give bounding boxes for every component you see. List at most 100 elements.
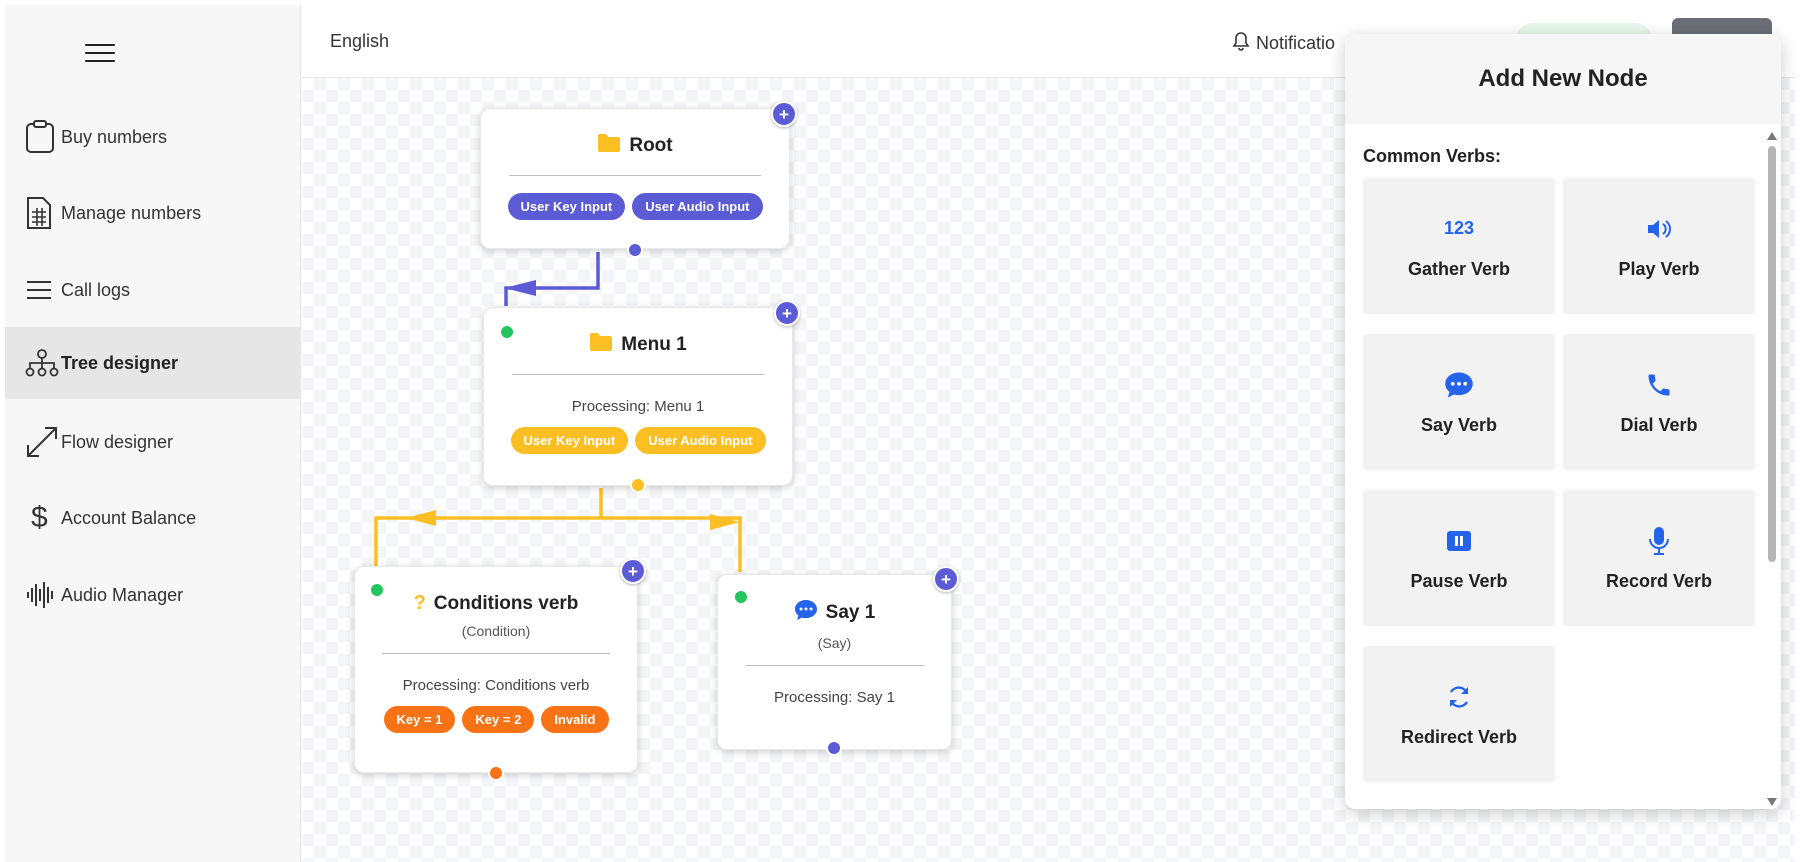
verb-label: Pause Verb — [1410, 570, 1508, 591]
node-header: Root — [481, 133, 789, 159]
sidebar-item-label: Flow designer — [61, 431, 174, 452]
sidebar-item-tree-designer[interactable]: Tree designer — [5, 327, 301, 399]
add-child-button[interactable]: + — [620, 558, 646, 584]
redirect-icon — [1445, 681, 1473, 713]
sidebar: Buy numbers Manage numbers Call logs Tre… — [5, 5, 301, 862]
say-1-node[interactable]: Say 1 (Say) Processing: Say 1 — [717, 574, 952, 750]
sidebar-item-manage-numbers[interactable]: Manage numbers — [5, 177, 301, 249]
panel-scrollbar[interactable] — [1765, 130, 1777, 806]
section-title: Common Verbs: — [1363, 146, 1502, 166]
output-handle[interactable] — [488, 765, 504, 781]
expand-arrows-icon — [25, 425, 61, 459]
sidebar-item-label: Tree designer — [61, 352, 179, 373]
microphone-icon — [1648, 525, 1670, 557]
chat-bubble-icon — [1444, 369, 1474, 401]
node-header: Menu 1 — [484, 332, 792, 358]
node-type-label: (Say) — [817, 635, 852, 651]
verb-label: Dial Verb — [1620, 414, 1698, 435]
scrollbar-thumb[interactable] — [1768, 146, 1776, 562]
chip-group: User Key Input User Audio Input — [481, 193, 789, 220]
play-verb-button[interactable]: Play Verb — [1563, 178, 1755, 314]
verb-label: Say Verb — [1420, 414, 1498, 435]
verb-label: Play Verb — [1618, 258, 1700, 279]
key-2-chip[interactable]: Key = 2 — [462, 706, 535, 733]
add-child-button[interactable]: + — [771, 101, 797, 127]
org-tree-icon — [25, 349, 61, 377]
conditions-verb-node[interactable]: ? Conditions verb (Condition) Processing… — [354, 566, 638, 773]
sidebar-item-label: Call logs — [61, 279, 131, 300]
dollar-icon: $ — [31, 501, 48, 534]
invalid-chip[interactable]: Invalid — [541, 706, 609, 733]
output-handle[interactable] — [630, 477, 646, 493]
output-handle[interactable] — [826, 740, 842, 756]
sidebar-item-label: Audio Manager — [61, 584, 184, 605]
verb-label: Gather Verb — [1407, 258, 1511, 279]
node-header: Say 1 — [718, 599, 951, 627]
sidebar-item-account-balance[interactable]: $ Account Balance — [5, 482, 301, 554]
list-icon — [25, 279, 61, 301]
language-selector[interactable]: English — [330, 31, 389, 52]
user-audio-input-chip[interactable]: User Audio Input — [635, 427, 766, 454]
gather-123-icon: 123 — [1443, 218, 1475, 238]
sidebar-item-label: Buy numbers — [61, 126, 168, 147]
sidebar-item-audio-manager[interactable]: Audio Manager — [5, 559, 301, 631]
user-audio-input-chip[interactable]: User Audio Input — [632, 193, 763, 220]
panel-title: Add New Node — [1345, 34, 1781, 124]
say-verb-button[interactable]: Say Verb — [1363, 334, 1555, 470]
chat-bubble-icon — [794, 599, 818, 627]
add-child-button[interactable]: + — [933, 566, 959, 592]
verb-label: Record Verb — [1605, 570, 1713, 591]
record-verb-button[interactable]: Record Verb — [1563, 490, 1755, 626]
pause-icon — [1445, 525, 1473, 557]
chip-group: Key = 1 Key = 2 Invalid — [355, 706, 637, 733]
chip-group: User Key Input User Audio Input — [484, 427, 792, 454]
node-title: Menu 1 — [621, 334, 687, 355]
processing-label: Processing: Menu 1 — [571, 398, 705, 415]
dial-verb-button[interactable]: Dial Verb — [1563, 334, 1755, 470]
root-node[interactable]: Root User Key Input User Audio Input — [480, 108, 790, 249]
user-key-input-chip[interactable]: User Key Input — [510, 427, 629, 454]
node-header: ? Conditions verb — [355, 592, 637, 615]
sidebar-item-flow-designer[interactable]: Flow designer — [5, 406, 301, 478]
divider — [512, 374, 764, 375]
sidebar-item-label: Manage numbers — [61, 202, 202, 223]
gather-verb-button[interactable]: 123 Gather Verb — [1363, 178, 1555, 314]
divider — [745, 665, 924, 666]
node-title: Say 1 — [825, 602, 876, 623]
verb-label: Redirect Verb — [1400, 726, 1518, 747]
status-indicator — [733, 589, 749, 605]
processing-label: Processing: Say 1 — [774, 689, 895, 706]
add-new-node-panel: Add New Node Common Verbs: 123 Gather Ve… — [1345, 34, 1781, 809]
node-type-label: (Condition) — [461, 623, 531, 639]
status-indicator — [369, 582, 385, 598]
add-child-button[interactable]: + — [774, 300, 800, 326]
notifications-label: Notificatio — [1256, 33, 1336, 53]
spreadsheet-icon — [25, 196, 61, 230]
output-handle[interactable] — [627, 242, 643, 258]
question-mark-icon: ? — [413, 592, 426, 614]
notifications-button[interactable]: Notificatio — [1232, 31, 1335, 56]
processing-label: Processing: Conditions verb — [402, 677, 590, 694]
folder-icon — [589, 332, 613, 358]
divider — [382, 653, 610, 654]
folder-icon — [597, 133, 621, 159]
sidebar-item-label: Account Balance — [61, 507, 197, 528]
redirect-verb-button[interactable]: Redirect Verb — [1363, 646, 1555, 782]
phone-icon — [1645, 369, 1673, 401]
sidebar-item-call-logs[interactable]: Call logs — [5, 254, 301, 326]
node-title: Root — [629, 135, 673, 156]
node-title: Conditions verb — [433, 592, 579, 614]
user-key-input-chip[interactable]: User Key Input — [507, 193, 626, 220]
hamburger-menu-icon[interactable] — [85, 41, 115, 65]
key-1-chip[interactable]: Key = 1 — [383, 706, 456, 733]
clipboard-icon — [25, 120, 61, 154]
pause-verb-button[interactable]: Pause Verb — [1363, 490, 1555, 626]
sidebar-item-buy-numbers[interactable]: Buy numbers — [5, 101, 301, 173]
speaker-icon — [1646, 213, 1672, 245]
menu-1-node[interactable]: Menu 1 Processing: Menu 1 User Key Input… — [483, 307, 793, 486]
status-indicator — [499, 324, 515, 340]
scroll-up-arrow-icon[interactable] — [1767, 132, 1777, 140]
bell-icon — [1232, 31, 1250, 56]
scroll-down-arrow-icon[interactable] — [1767, 798, 1777, 806]
waveform-icon — [25, 581, 61, 609]
